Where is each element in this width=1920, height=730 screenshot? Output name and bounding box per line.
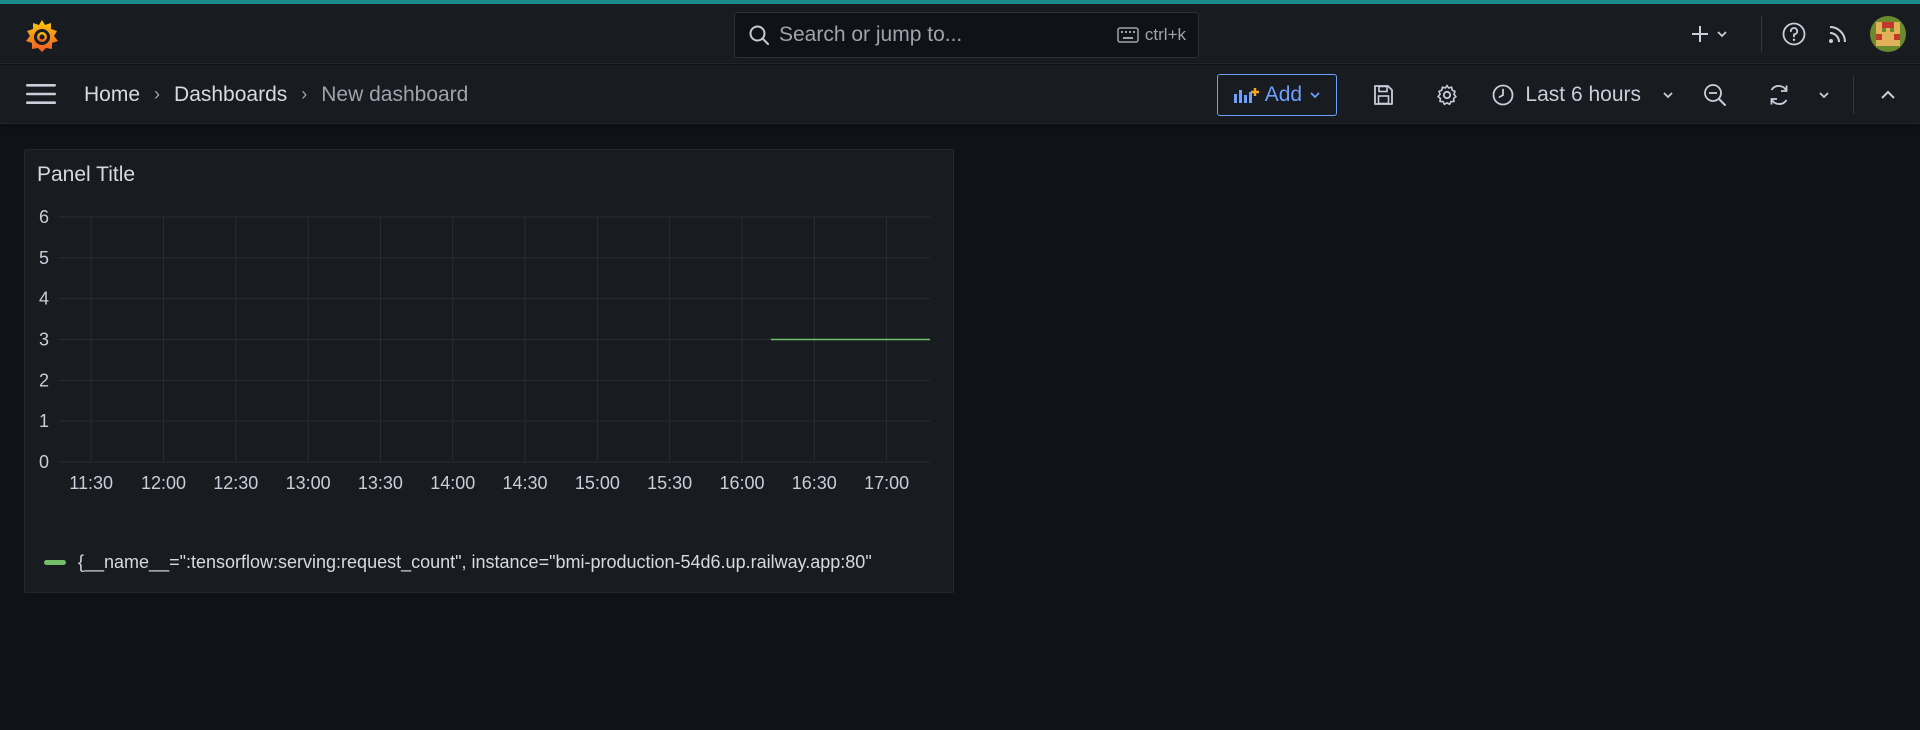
rss-icon: [1829, 26, 1846, 43]
help-icon: [1782, 22, 1806, 46]
refresh-button[interactable]: [1757, 73, 1801, 117]
time-series-chart[interactable]: 0 1 2 3 4 5 6 11:30 12:00 12:30 13:00 13:30 14:00 14:…: [25, 200, 955, 510]
keyboard-icon: [1117, 27, 1139, 43]
y-tick-label: 6: [39, 207, 49, 227]
zoom-out-button[interactable]: [1693, 73, 1737, 117]
add-button[interactable]: Add: [1217, 73, 1338, 116]
time-range-label: Last 6 hours: [1525, 82, 1641, 106]
hamburger-menu-icon: [26, 84, 56, 104]
x-tick-label: 17:00: [864, 473, 909, 493]
x-tick-label: 16:30: [792, 473, 837, 493]
news-button[interactable]: [1816, 12, 1860, 56]
dashboard-toolbar: Home › Dashboards › New dashboard Add La…: [0, 65, 1920, 124]
grafana-logo-icon[interactable]: [24, 18, 60, 54]
panel-title[interactable]: Panel Title: [37, 163, 135, 187]
x-tick-label: 12:00: [141, 473, 186, 493]
breadcrumb-separator-icon: ›: [154, 84, 161, 104]
time-series-panel[interactable]: Panel Title 0 1 2 3 4 5 6 11:30 12:00 12:30 13:00 1…: [24, 149, 954, 593]
save-icon: [1374, 84, 1394, 105]
x-tick-label: 16:00: [719, 473, 764, 493]
add-button-label: Add: [1264, 82, 1303, 106]
x-tick-label: 13:00: [286, 473, 331, 493]
dashboard-settings-button[interactable]: [1425, 73, 1469, 117]
x-tick-label: 12:30: [213, 473, 258, 493]
search-bar[interactable]: Search or jump to... ctrl+k: [734, 12, 1199, 58]
divider: [1853, 75, 1854, 114]
gear-icon: [1437, 84, 1458, 105]
shortcut-text: ctrl+k: [1144, 25, 1186, 44]
y-tick-label: 2: [39, 370, 49, 390]
legend-swatch: [44, 560, 66, 565]
save-dashboard-button[interactable]: [1361, 73, 1405, 117]
breadcrumb-current: New dashboard: [321, 82, 469, 106]
keyboard-shortcut-hint: ctrl+k: [1117, 25, 1186, 45]
chart-legend: {__name__=":tensorflow:serving:request_c…: [44, 552, 872, 573]
chevron-down-icon: [1717, 31, 1727, 38]
breadcrumb: Home › Dashboards › New dashboard: [84, 65, 468, 124]
x-tick-label: 15:00: [575, 473, 620, 493]
time-range-picker[interactable]: Last 6 hours: [1491, 83, 1675, 107]
plus-icon: [1692, 26, 1708, 42]
y-tick-label: 5: [39, 248, 49, 268]
x-tick-label: 15:30: [647, 473, 692, 493]
divider: [1761, 16, 1762, 52]
collapse-toolbar-button[interactable]: [1870, 73, 1906, 117]
legend-series-label[interactable]: {__name__=":tensorflow:serving:request_c…: [78, 552, 872, 573]
breadcrumb-separator-icon: ›: [301, 84, 308, 104]
y-tick-label: 1: [39, 411, 49, 431]
chevron-up-icon: [1881, 90, 1895, 99]
y-tick-label: 4: [39, 289, 49, 309]
chevron-down-icon: [1663, 91, 1673, 98]
add-panel-icon: [1233, 87, 1259, 103]
x-tick-label: 11:30: [69, 473, 113, 493]
x-tick-label: 13:30: [358, 473, 403, 493]
zoom-out-icon: [1704, 83, 1726, 106]
new-menu-button[interactable]: [1681, 17, 1737, 51]
clock-icon: [1493, 84, 1514, 105]
user-avatar[interactable]: [1870, 16, 1906, 52]
refresh-interval-dropdown[interactable]: [1809, 73, 1839, 117]
breadcrumb-dashboards[interactable]: Dashboards: [174, 83, 287, 107]
top-navigation-bar: Search or jump to... ctrl+k: [0, 4, 1920, 64]
menu-toggle-button[interactable]: [22, 77, 60, 111]
help-button[interactable]: [1772, 12, 1816, 56]
x-tick-label: 14:00: [430, 473, 475, 493]
refresh-icon: [1770, 84, 1788, 105]
x-tick-label: 14:30: [503, 473, 548, 493]
chevron-down-icon: [1310, 91, 1320, 98]
search-icon: [749, 25, 769, 45]
search-placeholder: Search or jump to...: [779, 23, 963, 46]
y-tick-label: 3: [39, 330, 49, 350]
y-tick-label: 0: [39, 452, 49, 472]
chevron-down-icon: [1819, 91, 1829, 98]
breadcrumb-home[interactable]: Home: [84, 83, 140, 107]
